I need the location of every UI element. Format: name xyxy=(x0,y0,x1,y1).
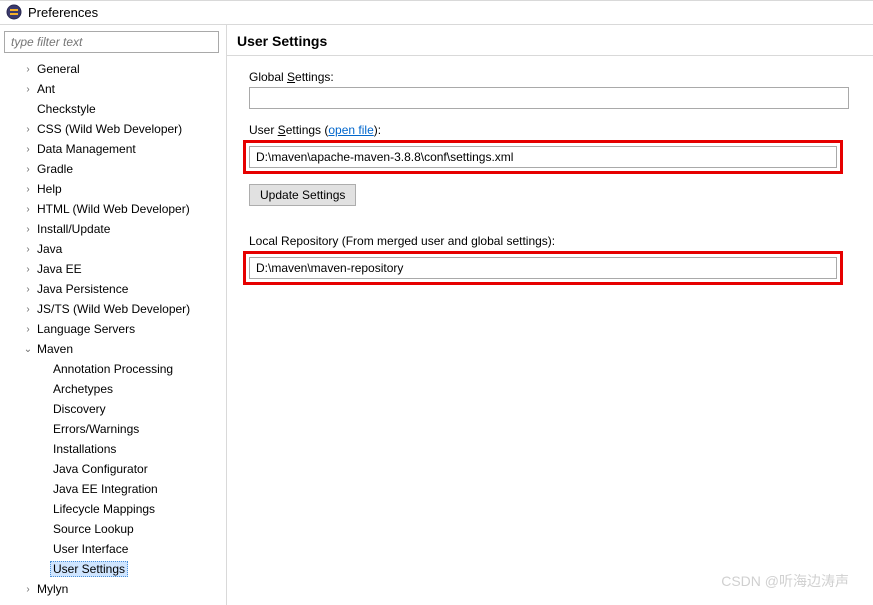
preferences-sidebar: ›General›AntCheckstyle›CSS (Wild Web Dev… xyxy=(0,25,227,605)
chevron-right-icon[interactable]: › xyxy=(22,324,34,335)
chevron-down-icon[interactable]: ⌄ xyxy=(22,344,34,355)
tree-item-label: Lifecycle Mappings xyxy=(50,501,158,517)
chevron-right-icon[interactable]: › xyxy=(22,84,34,95)
tree-item-user-interface[interactable]: User Interface xyxy=(4,539,222,559)
tree-item-label: HTML (Wild Web Developer) xyxy=(34,201,193,217)
app-icon xyxy=(6,4,22,20)
tree-item-html-wild-web-developer[interactable]: ›HTML (Wild Web Developer) xyxy=(4,199,222,219)
tree-item-data-management[interactable]: ›Data Management xyxy=(4,139,222,159)
tree-item-label: JS/TS (Wild Web Developer) xyxy=(34,301,193,317)
tree-item-label: Java xyxy=(34,241,65,257)
filter-input[interactable] xyxy=(4,31,219,53)
tree-item-label: Gradle xyxy=(34,161,76,177)
chevron-right-icon[interactable]: › xyxy=(22,204,34,215)
tree-item-java-persistence[interactable]: ›Java Persistence xyxy=(4,279,222,299)
tree-item-label: User Interface xyxy=(50,541,131,557)
preferences-tree[interactable]: ›General›AntCheckstyle›CSS (Wild Web Dev… xyxy=(4,57,222,601)
tree-item-installations[interactable]: Installations xyxy=(4,439,222,459)
tree-item-label: Language Servers xyxy=(34,321,138,337)
tree-item-label: General xyxy=(34,61,83,77)
chevron-right-icon[interactable]: › xyxy=(22,164,34,175)
page-title: User Settings xyxy=(227,25,873,56)
tree-item-label: Installations xyxy=(50,441,119,457)
local-repository-label: Local Repository (From merged user and g… xyxy=(249,234,873,248)
tree-item-java-ee[interactable]: ›Java EE xyxy=(4,259,222,279)
chevron-right-icon[interactable]: › xyxy=(22,584,34,595)
user-settings-input[interactable] xyxy=(249,146,837,168)
tree-item-label: Discovery xyxy=(50,401,109,417)
tree-item-maven[interactable]: ⌄Maven xyxy=(4,339,222,359)
tree-item-label: Help xyxy=(34,181,65,197)
tree-item-label: User Settings xyxy=(50,561,128,577)
tree-item-gradle[interactable]: ›Gradle xyxy=(4,159,222,179)
chevron-right-icon[interactable]: › xyxy=(22,124,34,135)
window-titlebar: Preferences xyxy=(0,1,873,25)
chevron-right-icon[interactable]: › xyxy=(22,64,34,75)
tree-item-mylyn[interactable]: ›Mylyn xyxy=(4,579,222,599)
global-settings-label: Global Settings: xyxy=(249,70,873,84)
tree-item-checkstyle[interactable]: Checkstyle xyxy=(4,99,222,119)
tree-item-java[interactable]: ›Java xyxy=(4,239,222,259)
open-file-link[interactable]: open file xyxy=(328,123,373,137)
chevron-right-icon[interactable]: › xyxy=(22,144,34,155)
chevron-right-icon[interactable]: › xyxy=(22,244,34,255)
tree-item-language-servers[interactable]: ›Language Servers xyxy=(4,319,222,339)
tree-item-help[interactable]: ›Help xyxy=(4,179,222,199)
tree-item-label: Ant xyxy=(34,81,58,97)
window-title: Preferences xyxy=(28,5,98,20)
tree-item-label: Annotation Processing xyxy=(50,361,176,377)
tree-item-user-settings[interactable]: User Settings xyxy=(4,559,222,579)
tree-item-label: Java EE Integration xyxy=(50,481,161,497)
tree-item-label: Install/Update xyxy=(34,221,113,237)
local-repository-input[interactable] xyxy=(249,257,837,279)
global-settings-input[interactable] xyxy=(249,87,849,109)
tree-item-general[interactable]: ›General xyxy=(4,59,222,79)
update-settings-button[interactable]: Update Settings xyxy=(249,184,356,206)
tree-item-label: Errors/Warnings xyxy=(50,421,142,437)
tree-item-install-update[interactable]: ›Install/Update xyxy=(4,219,222,239)
local-repository-highlight xyxy=(243,251,843,285)
chevron-right-icon[interactable]: › xyxy=(22,304,34,315)
chevron-right-icon[interactable]: › xyxy=(22,184,34,195)
tree-item-errors-warnings[interactable]: Errors/Warnings xyxy=(4,419,222,439)
tree-item-label: Source Lookup xyxy=(50,521,137,537)
tree-item-label: Java Configurator xyxy=(50,461,151,477)
chevron-right-icon[interactable]: › xyxy=(22,224,34,235)
tree-item-java-configurator[interactable]: Java Configurator xyxy=(4,459,222,479)
tree-item-discovery[interactable]: Discovery xyxy=(4,399,222,419)
tree-item-js-ts-wild-web-developer[interactable]: ›JS/TS (Wild Web Developer) xyxy=(4,299,222,319)
main-panel: User Settings Global Settings: User Sett… xyxy=(227,25,873,605)
tree-item-css-wild-web-developer[interactable]: ›CSS (Wild Web Developer) xyxy=(4,119,222,139)
user-settings-label: User Settings (open file): xyxy=(249,123,873,137)
tree-item-annotation-processing[interactable]: Annotation Processing xyxy=(4,359,222,379)
tree-item-label: Archetypes xyxy=(50,381,116,397)
tree-item-source-lookup[interactable]: Source Lookup xyxy=(4,519,222,539)
tree-item-label: Maven xyxy=(34,341,76,357)
tree-item-lifecycle-mappings[interactable]: Lifecycle Mappings xyxy=(4,499,222,519)
tree-item-label: Java EE xyxy=(34,261,85,277)
tree-item-label: Checkstyle xyxy=(34,101,99,117)
chevron-right-icon[interactable]: › xyxy=(22,264,34,275)
tree-item-archetypes[interactable]: Archetypes xyxy=(4,379,222,399)
tree-item-label: CSS (Wild Web Developer) xyxy=(34,121,185,137)
tree-item-ant[interactable]: ›Ant xyxy=(4,79,222,99)
tree-item-label: Java Persistence xyxy=(34,281,131,297)
user-settings-highlight xyxy=(243,140,843,174)
chevron-right-icon[interactable]: › xyxy=(22,284,34,295)
tree-item-label: Data Management xyxy=(34,141,139,157)
tree-item-label: Mylyn xyxy=(34,581,71,597)
tree-item-java-ee-integration[interactable]: Java EE Integration xyxy=(4,479,222,499)
